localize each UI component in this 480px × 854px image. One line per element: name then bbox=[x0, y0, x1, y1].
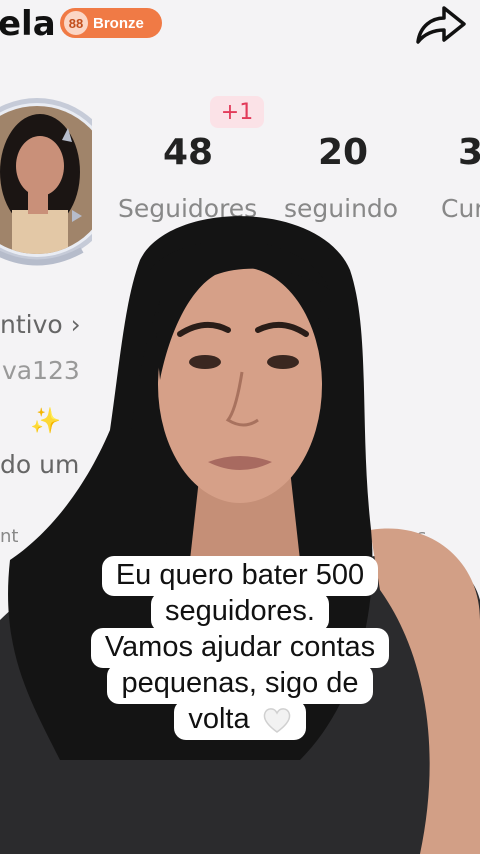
tiktok-video-frame: ela 88 Bronze +1 48 20 3 Seguidores segu… bbox=[0, 0, 480, 854]
caption-line: seguidores. bbox=[151, 592, 329, 632]
caption-line-last: volta bbox=[174, 700, 306, 741]
video-caption: Eu quero bater 500 seguidores. Vamos aju… bbox=[0, 556, 480, 741]
caption-line: pequenas, sigo de bbox=[107, 664, 373, 704]
white-heart-icon bbox=[263, 708, 290, 734]
caption-line: Vamos ajudar contas bbox=[90, 628, 390, 668]
caption-line: Eu quero bater 500 bbox=[101, 556, 379, 596]
caption-line-text: volta bbox=[188, 703, 250, 735]
